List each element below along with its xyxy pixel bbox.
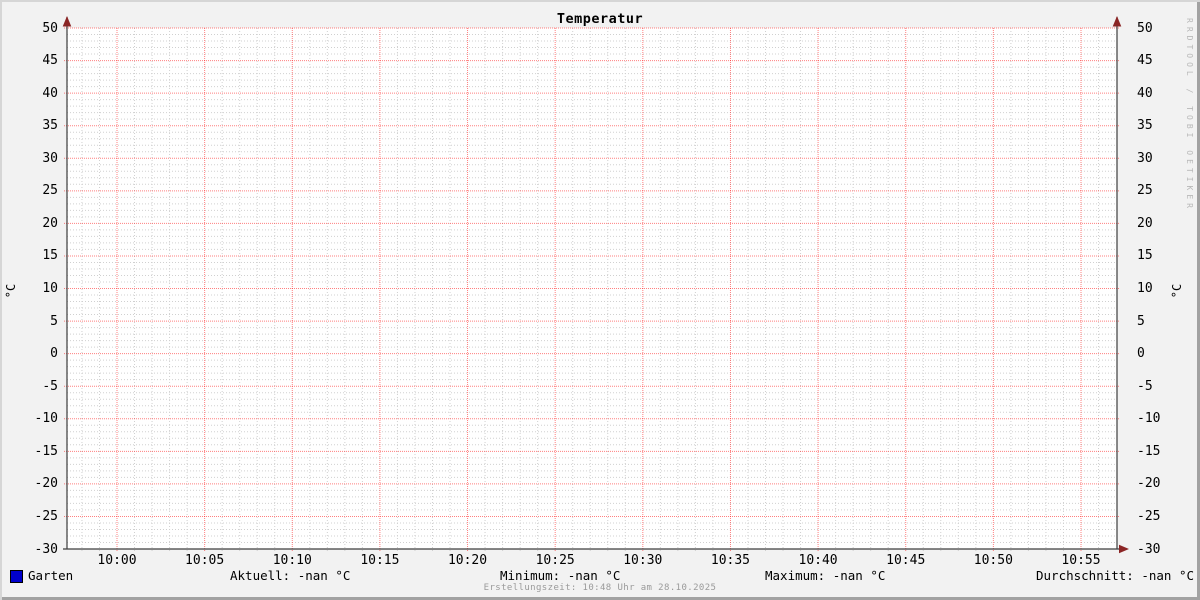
x-tick-label: 10:30 [623, 553, 663, 568]
y-tick-label-left: 45 [42, 53, 58, 69]
rrdtool-graph: Temperatur °C °C 50 45 40 35 30 25 20 15 10 5 0 -5-… [0, 0, 1200, 600]
rrdtool-watermark: RRDTOOL / TOBI OETIKER [1185, 18, 1194, 212]
legend-color-swatch [10, 570, 23, 583]
chart-title: Temperatur [556, 11, 644, 27]
y-tick-label-right: 35 [1137, 118, 1153, 134]
y-tick-label-right: 30 [1137, 150, 1153, 166]
y-tick-label-right: -10 [1137, 411, 1161, 427]
x-tick-label: 10:35 [710, 553, 751, 568]
x-tick-label: 10:40 [798, 553, 838, 568]
y-tick-label-left: -10 [34, 411, 58, 427]
y-tick-label-right: 20 [1137, 215, 1153, 231]
x-tick-label: 10:55 [1061, 553, 1101, 568]
y-tick-label-right: -30 [1137, 541, 1161, 557]
x-tick-label: 10:10 [272, 553, 312, 568]
y-tick-label-left: -25 [34, 508, 58, 524]
stat-durchschnitt: Durchschnitt: -nan °C [1036, 568, 1195, 583]
x-tick-label: 10:20 [447, 553, 488, 568]
y-tick-label-right: -5 [1137, 378, 1153, 394]
y-tick-label-right: 50 [1137, 20, 1153, 36]
legend-series-label: Garten [28, 568, 74, 583]
y-tick-label-left: 30 [42, 150, 58, 166]
y-tick-label-right: 5 [1137, 313, 1145, 329]
chart-grid [62, 16, 1129, 554]
y-tick-label-left: 35 [42, 118, 58, 134]
y-tick-label-left: 25 [42, 183, 58, 199]
y-tick-label-left: -15 [34, 443, 58, 459]
y-tick-label-left: 50 [42, 20, 58, 36]
stat-minimum: Minimum: -nan °C [500, 568, 621, 583]
y-tick-label-right: 45 [1137, 53, 1153, 69]
x-tick-label: 10:45 [886, 553, 926, 568]
creation-timestamp: Erstellungszeit: 10:48 Uhr am 28.10.2025 [483, 583, 717, 593]
stat-maximum: Maximum: -nan °C [765, 568, 886, 583]
y-tick-label-left: 20 [42, 215, 58, 231]
y-tick-label-left: 10 [42, 281, 58, 296]
y-tick-label-left: -30 [34, 541, 58, 557]
y-tick-label-left: 0 [50, 346, 58, 362]
y-tick-label-left: 40 [42, 85, 58, 101]
y-tick-label-right: -25 [1137, 508, 1161, 524]
x-tick-label: 10:05 [185, 553, 225, 568]
x-tick-label: 10:00 [97, 553, 137, 568]
stat-aktuell: Aktuell: -nan °C [230, 568, 351, 583]
y-tick-label-right: -15 [1137, 443, 1161, 459]
x-tick-label: 10:15 [360, 553, 400, 568]
x-tick-label: 10:50 [973, 553, 1013, 568]
y-tick-label-left: -20 [34, 476, 58, 492]
x-tick-label: 10:25 [535, 553, 575, 568]
y-tick-label-right: -20 [1137, 476, 1161, 492]
y-tick-label-left: 5 [50, 313, 58, 329]
y-tick-label-right: 40 [1137, 85, 1153, 101]
y-tick-label-right: 25 [1137, 183, 1153, 199]
y-tick-label-left: -5 [42, 378, 58, 394]
y-tick-label-right: 10 [1137, 281, 1153, 296]
y-tick-label-left: 15 [42, 248, 58, 264]
y-axis-unit-left: °C [4, 283, 18, 299]
y-tick-label-right: 0 [1137, 346, 1145, 362]
y-tick-label-right: 15 [1137, 248, 1153, 264]
